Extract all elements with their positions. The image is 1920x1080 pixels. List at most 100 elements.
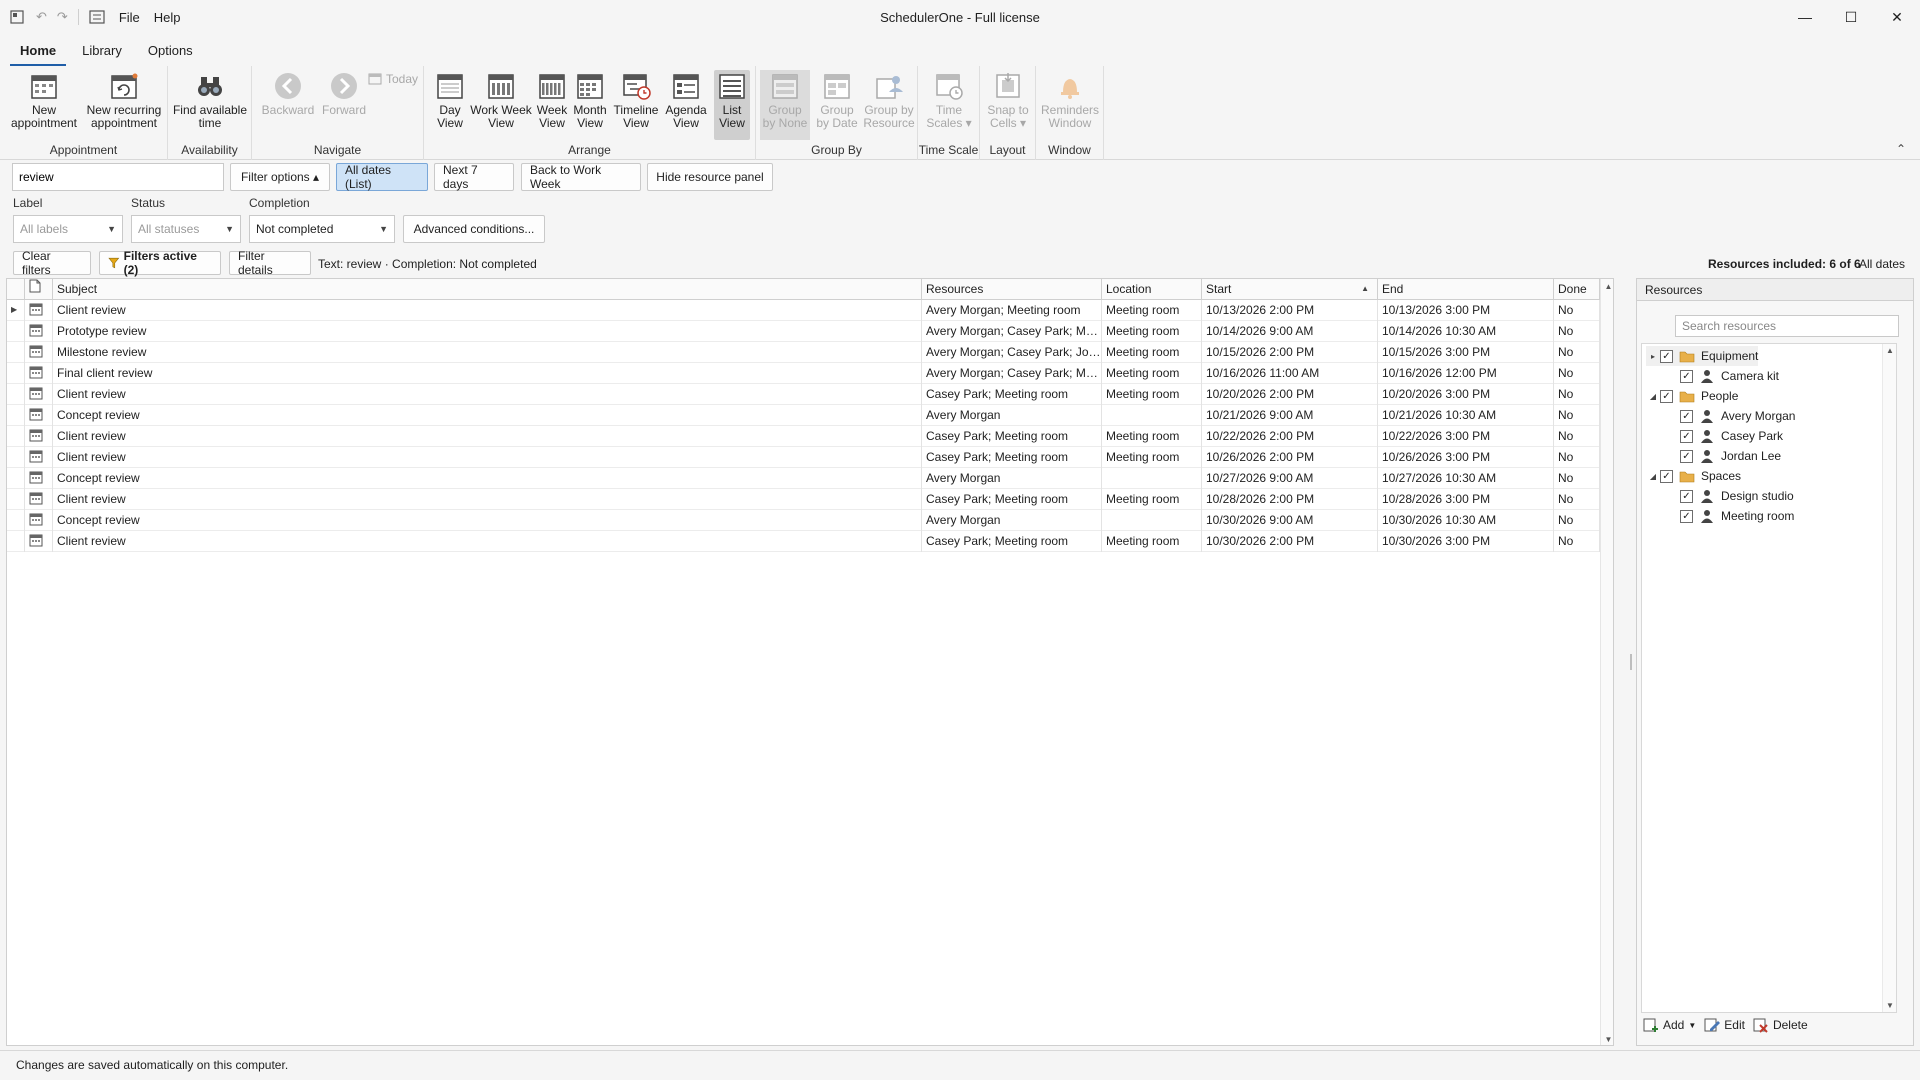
- backward-button[interactable]: Backward: [258, 70, 318, 117]
- table-row[interactable]: ▶ Client review Avery Morgan; Meeting room…: [7, 300, 1600, 321]
- resource-node-spaces[interactable]: ◢ ✓ Spaces: [1646, 466, 1741, 486]
- row-indicator[interactable]: [7, 384, 25, 405]
- expand-icon[interactable]: ▸: [1646, 352, 1660, 361]
- resource-checkbox[interactable]: ✓: [1680, 509, 1693, 523]
- next-7-days-button[interactable]: Next 7 days: [434, 163, 514, 191]
- resource-checkbox[interactable]: ✓: [1680, 429, 1693, 443]
- resource-search-input[interactable]: Search resources: [1675, 315, 1899, 337]
- row-indicator[interactable]: [7, 321, 25, 342]
- collapse-icon[interactable]: ◢: [1646, 472, 1660, 481]
- reminders-window-button[interactable]: Reminders Window: [1040, 70, 1100, 130]
- row-indicator[interactable]: [7, 426, 25, 447]
- current-row-indicator[interactable]: ▶: [7, 300, 25, 321]
- filters-active-button[interactable]: Filters active (2): [99, 249, 221, 277]
- grid-vertical-scrollbar[interactable]: ▲ ▼: [1600, 279, 1613, 1045]
- table-row[interactable]: Concept review Avery Morgan 10/21/2026 9:0…: [7, 405, 1600, 426]
- agenda-view-button[interactable]: Agenda View: [664, 70, 708, 130]
- customize-toolbar-icon[interactable]: [89, 10, 105, 24]
- collapse-icon[interactable]: ◢: [1646, 392, 1660, 401]
- row-indicator[interactable]: [7, 489, 25, 510]
- scroll-down-icon[interactable]: ▼: [1601, 1035, 1613, 1044]
- table-row[interactable]: Milestone review Avery Morgan; Casey Park…: [7, 342, 1600, 363]
- back-to-work-week-button[interactable]: Back to Work Week: [521, 163, 641, 191]
- time-scales-button[interactable]: Time Scales ▾: [924, 70, 974, 130]
- redo-icon[interactable]: ↷: [57, 9, 68, 25]
- collapse-ribbon-icon[interactable]: ⌃: [1896, 142, 1906, 156]
- tab-options[interactable]: Options: [138, 40, 203, 66]
- table-row[interactable]: Client review Casey Park; Meeting room Mee…: [7, 531, 1600, 552]
- table-row[interactable]: Client review Casey Park; Meeting room Mee…: [7, 426, 1600, 447]
- column-subject[interactable]: Subject: [53, 279, 922, 300]
- table-row[interactable]: Client review Casey Park; Meeting room Mee…: [7, 489, 1600, 510]
- row-indicator[interactable]: [7, 447, 25, 468]
- resource-node-meeting-room[interactable]: ✓ Meeting room: [1666, 506, 1794, 526]
- clear-filters-button[interactable]: Clear filters: [13, 249, 91, 277]
- scroll-up-icon[interactable]: ▲: [1883, 346, 1897, 355]
- row-indicator[interactable]: [7, 405, 25, 426]
- status-select[interactable]: All statuses ▼: [131, 215, 241, 243]
- new-appointment-button[interactable]: New appointment: [10, 70, 78, 130]
- snap-to-cells-button[interactable]: Snap to Cells ▾: [984, 70, 1032, 130]
- hide-resource-panel-button[interactable]: Hide resource panel: [647, 163, 773, 191]
- tab-library[interactable]: Library: [72, 40, 132, 66]
- resource-checkbox[interactable]: ✓: [1660, 389, 1673, 403]
- label-select[interactable]: All labels ▼: [13, 215, 123, 243]
- column-done[interactable]: Done: [1554, 279, 1600, 300]
- resource-node-people[interactable]: ◢ ✓ People: [1646, 386, 1738, 406]
- column-start[interactable]: Start ▲: [1202, 279, 1378, 300]
- edit-resource-button[interactable]: Edit: [1704, 1017, 1745, 1033]
- new-recurring-appointment-button[interactable]: New recurring appointment: [84, 70, 164, 130]
- group-by-none-button[interactable]: Group by None: [760, 70, 810, 140]
- row-indicator[interactable]: [7, 468, 25, 489]
- resource-checkbox[interactable]: ✓: [1680, 449, 1693, 463]
- group-by-resource-button[interactable]: Group by Resource: [862, 70, 916, 130]
- today-button[interactable]: Today: [368, 72, 418, 86]
- column-location[interactable]: Location: [1102, 279, 1202, 300]
- tab-home[interactable]: Home: [10, 40, 67, 66]
- resource-checkbox[interactable]: ✓: [1680, 409, 1693, 423]
- group-by-date-button[interactable]: Group by Date: [812, 70, 862, 130]
- scroll-up-icon[interactable]: ▲: [1601, 282, 1613, 291]
- resource-tree-scrollbar[interactable]: ▲ ▼: [1882, 344, 1896, 1012]
- week-view-button[interactable]: Week View: [532, 70, 572, 130]
- panel-splitter[interactable]: [1628, 278, 1634, 1046]
- resource-node-casey-park[interactable]: ✓ Casey Park: [1666, 426, 1783, 446]
- resource-checkbox[interactable]: ✓: [1680, 369, 1693, 383]
- row-indicator[interactable]: [7, 531, 25, 552]
- advanced-conditions-button[interactable]: Advanced conditions...: [403, 215, 545, 243]
- resource-node-design-studio[interactable]: ✓ Design studio: [1666, 486, 1794, 506]
- all-dates-list-button[interactable]: All dates (List): [336, 163, 428, 191]
- timeline-view-button[interactable]: Timeline View: [610, 70, 662, 130]
- column-resources[interactable]: Resources: [922, 279, 1102, 300]
- minimize-button[interactable]: —: [1782, 0, 1828, 34]
- search-input[interactable]: [12, 163, 224, 191]
- table-row[interactable]: Concept review Avery Morgan 10/27/2026 9:0…: [7, 468, 1600, 489]
- resource-checkbox[interactable]: ✓: [1680, 489, 1693, 503]
- add-resource-button[interactable]: Add ▼: [1643, 1017, 1696, 1033]
- row-indicator[interactable]: [7, 342, 25, 363]
- completion-select[interactable]: Not completed ▼: [249, 215, 395, 243]
- column-end[interactable]: End: [1378, 279, 1554, 300]
- forward-button[interactable]: Forward: [314, 70, 374, 117]
- month-view-button[interactable]: Month View: [568, 70, 612, 130]
- list-view-button[interactable]: List View: [714, 70, 750, 140]
- header-icon-cell[interactable]: [25, 279, 53, 300]
- resource-node-avery-morgan[interactable]: ✓ Avery Morgan: [1666, 406, 1795, 426]
- filter-options-button[interactable]: Filter options ▴: [230, 163, 330, 191]
- maximize-button[interactable]: ☐: [1828, 0, 1874, 34]
- chevron-down-icon[interactable]: ▼: [1688, 1021, 1696, 1030]
- menu-file[interactable]: File: [119, 10, 140, 25]
- delete-resource-button[interactable]: Delete: [1753, 1017, 1808, 1033]
- resource-node-equipment[interactable]: ▸ ✓ Equipment: [1646, 346, 1759, 366]
- table-row[interactable]: Client review Casey Park; Meeting room Mee…: [7, 384, 1600, 405]
- work-week-view-button[interactable]: Work Week View: [466, 70, 536, 130]
- resource-checkbox[interactable]: ✓: [1660, 469, 1673, 483]
- resource-node-jordan-lee[interactable]: ✓ Jordan Lee: [1666, 446, 1781, 466]
- menu-help[interactable]: Help: [154, 10, 181, 25]
- scroll-down-icon[interactable]: ▼: [1883, 1001, 1897, 1010]
- resource-node-camera-kit[interactable]: ✓ Camera kit: [1666, 366, 1779, 386]
- table-row[interactable]: Final client review Avery Morgan; Casey P…: [7, 363, 1600, 384]
- table-row[interactable]: Concept review Avery Morgan 10/30/2026 9:0…: [7, 510, 1600, 531]
- resource-checkbox[interactable]: ✓: [1660, 349, 1673, 363]
- close-button[interactable]: ✕: [1874, 0, 1920, 34]
